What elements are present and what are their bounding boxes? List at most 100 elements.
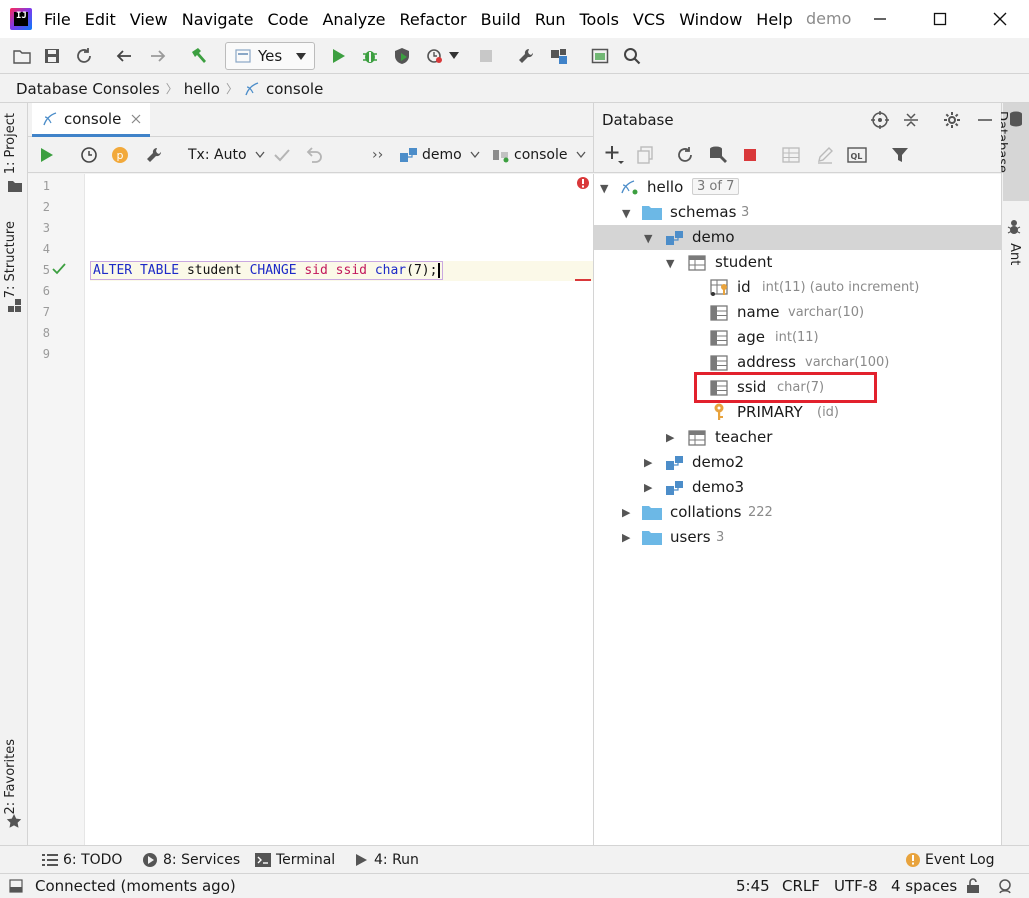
- expanded-arrow-icon[interactable]: ▼: [600, 182, 608, 195]
- console-settings-button[interactable]: [145, 143, 163, 167]
- menu-edit[interactable]: Edit: [85, 10, 116, 29]
- settings-button[interactable]: [514, 44, 538, 68]
- synchronize-button[interactable]: [72, 44, 96, 68]
- tree-node-column-name[interactable]: name varchar(10): [594, 300, 1002, 325]
- build-button[interactable]: [187, 44, 211, 68]
- expanded-arrow-icon[interactable]: ▼: [622, 207, 630, 220]
- menu-view[interactable]: View: [130, 10, 168, 29]
- expanded-arrow-icon[interactable]: ▼: [666, 257, 674, 270]
- indent-setting[interactable]: 4 spaces: [891, 877, 957, 895]
- collapsed-arrow-icon[interactable]: ▶: [622, 531, 630, 544]
- error-indicator-icon[interactable]: [576, 176, 590, 190]
- tool-window-services[interactable]: 8: Services: [142, 852, 240, 868]
- unlock-icon[interactable]: [966, 878, 980, 894]
- caret-position[interactable]: 5:45: [736, 877, 770, 895]
- edit-source-button[interactable]: [816, 143, 834, 167]
- tree-node-demo3[interactable]: ▶ demo3: [594, 475, 1002, 500]
- tree-node-hello[interactable]: ▼ hello 3 of 7: [594, 175, 1002, 200]
- menu-help[interactable]: Help: [756, 10, 792, 29]
- more-actions-button[interactable]: ››: [372, 143, 383, 167]
- menu-refactor[interactable]: Refactor: [400, 10, 467, 29]
- breadcrumb-console[interactable]: console: [266, 80, 323, 98]
- sql-editor[interactable]: 1 2 3 4 5 6 7 8 9 ALTER TABLE student CH…: [28, 174, 593, 845]
- close-tab-icon[interactable]: [131, 114, 141, 124]
- crosshair-icon[interactable]: [871, 111, 889, 129]
- tool-window-ant[interactable]: Ant: [1007, 219, 1022, 265]
- commit-button[interactable]: [273, 143, 291, 167]
- menu-file[interactable]: File: [44, 10, 71, 29]
- menu-code[interactable]: Code: [268, 10, 309, 29]
- tool-window-todo[interactable]: 6: TODO: [42, 852, 122, 868]
- menu-run[interactable]: Run: [535, 10, 566, 29]
- debug-button[interactable]: [358, 44, 382, 68]
- tree-node-collations[interactable]: ▶ collations 222: [594, 500, 1002, 525]
- tool-window-structure[interactable]: 7: Structure: [3, 221, 18, 298]
- layout-button[interactable]: [588, 44, 612, 68]
- save-all-button[interactable]: [40, 44, 64, 68]
- breadcrumb-database-consoles[interactable]: Database Consoles: [16, 80, 160, 98]
- back-button[interactable]: [112, 44, 136, 68]
- minimize-button[interactable]: [857, 0, 903, 38]
- add-datasource-button[interactable]: [604, 143, 626, 167]
- collapsed-arrow-icon[interactable]: ▶: [644, 481, 652, 494]
- open-query-console-button[interactable]: QL: [847, 143, 867, 167]
- parameters-button[interactable]: p: [111, 143, 129, 167]
- datasource-properties-button[interactable]: [708, 143, 728, 167]
- tab-console[interactable]: console: [32, 103, 150, 137]
- stop-button[interactable]: [474, 44, 498, 68]
- forward-button[interactable]: [146, 44, 170, 68]
- breadcrumb-hello[interactable]: hello: [184, 80, 220, 98]
- tool-window-favorites[interactable]: 2: Favorites: [3, 739, 18, 815]
- tree-node-column-age[interactable]: age int(11): [594, 325, 1002, 350]
- collapsed-arrow-icon[interactable]: ▶: [666, 431, 674, 444]
- tool-window-database[interactable]: Database: [994, 103, 1029, 201]
- menu-build[interactable]: Build: [481, 10, 521, 29]
- expanded-arrow-icon[interactable]: ▼: [644, 232, 652, 245]
- rollback-button[interactable]: [305, 143, 323, 167]
- inspector-icon[interactable]: [996, 878, 1014, 894]
- schema-select[interactable]: demo: [400, 143, 480, 167]
- history-button[interactable]: [80, 143, 98, 167]
- tool-window-run[interactable]: 4: Run: [354, 852, 419, 868]
- sql-statement[interactable]: ALTER TABLE student CHANGE sid ssid char…: [90, 261, 444, 280]
- table-editor-button[interactable]: [782, 143, 800, 167]
- tool-window-terminal[interactable]: Terminal: [255, 852, 335, 868]
- menu-tools[interactable]: Tools: [580, 10, 619, 29]
- filter-button[interactable]: [891, 143, 909, 167]
- collapsed-arrow-icon[interactable]: ▶: [644, 456, 652, 469]
- file-encoding[interactable]: UTF-8: [834, 877, 878, 895]
- profile-button[interactable]: [424, 44, 448, 68]
- search-everywhere-button[interactable]: [620, 44, 644, 68]
- line-separator[interactable]: CRLF: [782, 877, 820, 895]
- collapse-all-icon[interactable]: [902, 111, 920, 129]
- tool-window-project[interactable]: 1: Project: [3, 113, 18, 174]
- tree-node-teacher[interactable]: ▶ teacher: [594, 425, 1002, 450]
- project-structure-button[interactable]: [548, 44, 572, 68]
- open-button[interactable]: [10, 44, 34, 68]
- run-configuration-select[interactable]: Yes: [225, 42, 315, 70]
- session-select[interactable]: console: [492, 143, 586, 167]
- close-window-button[interactable]: [977, 0, 1023, 38]
- tree-node-demo2[interactable]: ▶ demo2: [594, 450, 1002, 475]
- transaction-mode-select[interactable]: Tx: Auto: [188, 143, 265, 167]
- run-with-coverage-button[interactable]: [390, 44, 414, 68]
- menu-vcs[interactable]: VCS: [633, 10, 665, 29]
- tree-node-demo[interactable]: ▼ demo: [594, 225, 1002, 250]
- run-button[interactable]: [326, 44, 350, 68]
- tool-window-event-log[interactable]: Event Log: [905, 852, 995, 868]
- tool-windows-toggle-icon[interactable]: [9, 879, 23, 893]
- profile-dropdown[interactable]: [447, 44, 461, 68]
- tree-node-column-id[interactable]: id int(11) (auto increment): [594, 275, 1002, 300]
- tree-node-primary-key[interactable]: PRIMARY (id): [594, 400, 1002, 425]
- tree-node-student[interactable]: ▼ student: [594, 250, 1002, 275]
- gear-icon[interactable]: [943, 111, 961, 129]
- tree-node-schemas[interactable]: ▼ schemas 3: [594, 200, 1002, 225]
- maximize-button[interactable]: [917, 0, 963, 38]
- execute-button[interactable]: [38, 143, 54, 167]
- tree-node-users[interactable]: ▶ users 3: [594, 525, 1002, 550]
- schema-count-badge[interactable]: 3 of 7: [692, 178, 740, 195]
- menu-analyze[interactable]: Analyze: [322, 10, 385, 29]
- disconnect-button[interactable]: [742, 143, 758, 167]
- menu-window[interactable]: Window: [679, 10, 742, 29]
- duplicate-button[interactable]: [636, 143, 654, 167]
